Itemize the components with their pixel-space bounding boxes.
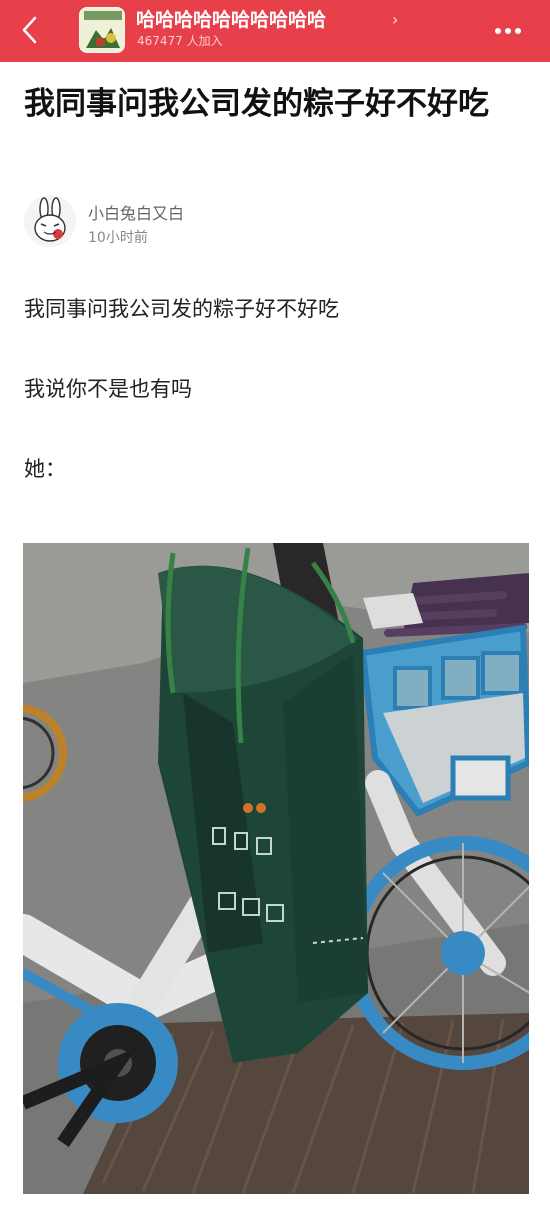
zongzi-bag-on-bike-photo (23, 543, 529, 1194)
top-bar: 哈哈哈哈哈哈哈哈哈哈 › 467477 人加入 (0, 0, 550, 62)
group-chevron-icon[interactable]: › (392, 10, 398, 29)
bunny-avatar-image (24, 195, 76, 247)
post-title: 我同事问我公司发的粽子好不好吃 (24, 86, 489, 122)
group-member-count: 467477 人加入 (137, 34, 223, 48)
post-time: 10小时前 (88, 230, 148, 246)
post-photo[interactable] (23, 543, 529, 1194)
group-avatar[interactable] (79, 7, 125, 53)
back-button[interactable] (12, 12, 48, 48)
more-dots-icon (505, 28, 511, 34)
more-button[interactable] (486, 16, 530, 46)
post-body-line: 我说你不是也有吗 (24, 377, 192, 401)
author-name[interactable]: 小白兔白又白 (88, 200, 184, 224)
post-body-line: 她： (24, 457, 66, 481)
group-name[interactable]: 哈哈哈哈哈哈哈哈哈哈 (136, 7, 326, 33)
chevron-left-icon (22, 16, 37, 44)
group-avatar-image (80, 8, 124, 52)
author-avatar[interactable] (24, 195, 76, 247)
post-body-line: 我同事问我公司发的粽子好不好吃 (24, 297, 339, 321)
more-dots-icon (495, 28, 501, 34)
more-dots-icon (515, 28, 521, 34)
